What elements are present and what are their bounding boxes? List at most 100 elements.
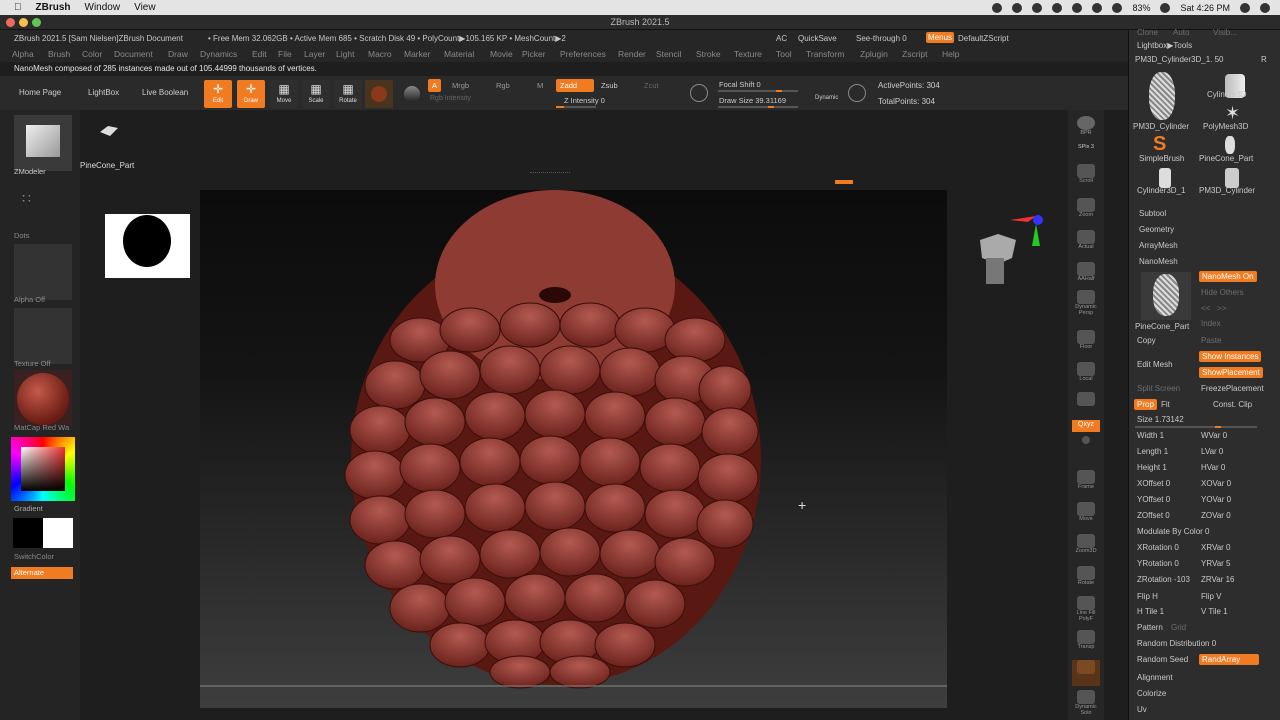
frame-button[interactable]: Frame [1072, 470, 1100, 496]
menu-edit[interactable]: Edit [252, 49, 267, 59]
rotate-axis-button[interactable] [1072, 436, 1100, 462]
zoom3d-button[interactable]: Zoom3D [1072, 534, 1100, 560]
floor-button[interactable]: Floor [1072, 330, 1100, 356]
nav-gizmo[interactable] [972, 212, 1048, 286]
local-button[interactable]: Local [1072, 362, 1100, 388]
secondary-color-swatch[interactable] [13, 518, 43, 548]
zsub-toggle[interactable]: Zsub [597, 79, 622, 92]
split-screen-button[interactable]: Split Screen [1137, 384, 1180, 393]
r-button[interactable]: R [1261, 55, 1267, 64]
grid-button[interactable]: Grid [1171, 623, 1186, 632]
transp-button[interactable]: Transp [1072, 630, 1100, 656]
edit-mesh-button[interactable]: Edit Mesh [1137, 360, 1173, 369]
polyf-button[interactable]: Line Fill PolyF [1072, 596, 1100, 622]
yoffset-slider[interactable]: YOffset 0 [1137, 495, 1170, 504]
xrotation-slider[interactable]: XRotation 0 [1137, 543, 1179, 552]
clock[interactable]: Sat 4:26 PM [1180, 3, 1230, 13]
menu-macro[interactable]: Macro [368, 49, 392, 59]
draw-button[interactable]: ✛ Draw [237, 80, 265, 108]
persp-button[interactable]: Dynamic Persp [1072, 290, 1100, 316]
fit-button[interactable]: Fit [1161, 400, 1170, 409]
menu-dynamics[interactable]: Dynamics [200, 49, 237, 59]
zoom-button[interactable] [32, 18, 41, 27]
pattern-button[interactable]: Pattern [1137, 623, 1163, 632]
dropbox-icon[interactable] [1012, 2, 1023, 13]
edit-button[interactable]: ✛ Edit [204, 80, 232, 108]
z-intensity-track[interactable] [556, 106, 596, 108]
random-distribution-slider[interactable]: Random Distribution 0 [1137, 639, 1216, 648]
menu-movie[interactable]: Movie [490, 49, 513, 59]
menu-file[interactable]: File [278, 49, 292, 59]
menu-alpha[interactable]: Alpha [12, 49, 34, 59]
menu-tool[interactable]: Tool [776, 49, 792, 59]
zrotation-slider[interactable]: ZRotation -103 [1137, 575, 1190, 584]
rotate-view-button[interactable]: Rotate [1072, 566, 1100, 592]
qxyz-button[interactable]: Qxyz [1072, 420, 1100, 432]
yrvar-slider[interactable]: YRVar 5 [1201, 559, 1231, 568]
bpr-button[interactable]: BPR [1072, 116, 1100, 142]
tool-thumb-1[interactable] [1139, 70, 1183, 120]
battery-percent[interactable]: 83% [1132, 3, 1150, 13]
rgb-toggle[interactable]: Rgb [492, 79, 514, 92]
menus-button[interactable]: Menus [926, 32, 955, 43]
primary-color-swatch[interactable] [43, 518, 73, 548]
minimize-button[interactable] [19, 18, 28, 27]
lock-button[interactable] [1072, 392, 1100, 418]
lightbox-tools-button[interactable]: Lightbox▶Tools [1137, 41, 1192, 50]
menu-stroke[interactable]: Stroke [696, 49, 721, 59]
copy-button[interactable]: Copy [1137, 336, 1156, 345]
nanomesh-on-button[interactable]: NanoMesh On [1199, 271, 1257, 282]
menu-help[interactable]: Help [942, 49, 959, 59]
dynamic-toggle[interactable]: Dynamic [815, 95, 838, 101]
focal-icon[interactable] [690, 84, 708, 102]
bluetooth-icon[interactable] [1072, 2, 1083, 13]
menu-render[interactable]: Render [618, 49, 646, 59]
menu-window[interactable]: Window [85, 2, 121, 13]
aahalf-button[interactable]: AAHalf [1072, 262, 1100, 288]
battery-icon[interactable] [1160, 2, 1171, 13]
index-slider[interactable]: Index [1201, 319, 1221, 328]
alternate-button[interactable]: Alternate [11, 567, 73, 579]
height-slider[interactable]: Height 1 [1137, 463, 1167, 472]
prev-next-arrows[interactable]: << >> [1201, 304, 1226, 313]
solo-button[interactable]: Dynamic Solo [1072, 690, 1100, 716]
xrvar-slider[interactable]: XRVar 0 [1201, 543, 1231, 552]
lightbox-button[interactable]: LightBox [88, 88, 119, 97]
menu-transform[interactable]: Transform [806, 49, 844, 59]
lvar-slider[interactable]: LVar 0 [1201, 447, 1223, 456]
const-clip-button[interactable]: Const. Clip [1213, 400, 1252, 409]
orange-marker[interactable] [835, 180, 853, 184]
menu-texture[interactable]: Texture [734, 49, 762, 59]
color-picker[interactable] [11, 437, 75, 501]
menu-material[interactable]: Material [444, 49, 474, 59]
switchcolor-label[interactable]: SwitchColor [14, 552, 76, 561]
h-tile-slider[interactable]: H Tile 1 [1137, 607, 1164, 616]
wifi-icon[interactable] [1092, 2, 1103, 13]
xovar-slider[interactable]: XOVar 0 [1201, 479, 1231, 488]
ghost-button[interactable] [1072, 660, 1100, 686]
matcap-button[interactable] [14, 370, 72, 426]
material-swatch-button[interactable] [365, 80, 393, 108]
zrvar-slider[interactable]: ZRVar 16 [1201, 575, 1235, 584]
flip-h-button[interactable]: Flip H [1137, 592, 1158, 601]
search-icon[interactable] [1240, 2, 1250, 13]
length-slider[interactable]: Length 1 [1137, 447, 1168, 456]
a-toggle[interactable]: A [428, 79, 442, 92]
wvar-slider[interactable]: WVar 0 [1201, 431, 1227, 440]
prop-button[interactable]: Prop [1134, 399, 1157, 410]
freeze-placement-button[interactable]: FreezePlacement [1201, 384, 1264, 393]
uv-section[interactable]: Uv [1137, 705, 1147, 714]
pinecone-model[interactable] [200, 190, 947, 708]
yrotation-slider[interactable]: YRotation 0 [1137, 559, 1179, 568]
menu-draw[interactable]: Draw [168, 49, 188, 59]
tool-thumbnail-icon[interactable] [98, 124, 118, 138]
app-menu-zbrush[interactable]: ZBrush [36, 2, 71, 13]
menu-picker[interactable]: Picker [522, 49, 546, 59]
gradient-label[interactable]: Gradient [14, 504, 76, 513]
volume-icon[interactable] [1112, 2, 1123, 13]
menu-stencil[interactable]: Stencil [656, 49, 682, 59]
zoffset-slider[interactable]: ZOffset 0 [1137, 511, 1170, 520]
siri-icon[interactable] [1260, 2, 1270, 13]
menu-preferences[interactable]: Preferences [560, 49, 606, 59]
tool-thumb-4[interactable]: ✶ [1215, 104, 1259, 134]
